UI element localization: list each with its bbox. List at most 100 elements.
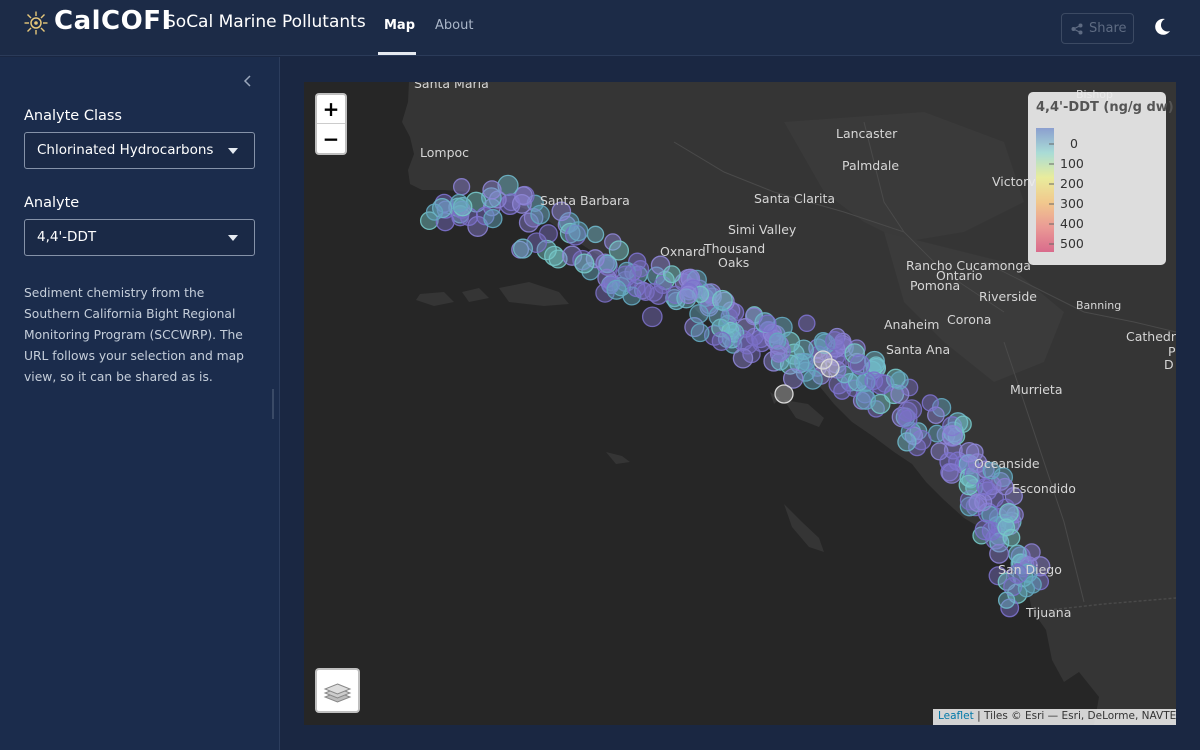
- app-title: SoCal Marine Pollutants: [165, 12, 366, 32]
- analyte-label: Analyte: [24, 195, 80, 211]
- place-label: Santa Clarita: [754, 191, 836, 206]
- sample-point[interactable]: [679, 285, 698, 305]
- navbar: CalCOFI SoCal Marine Pollutants Map Abou…: [0, 0, 1200, 56]
- sample-point[interactable]: [774, 384, 794, 404]
- caret-down-icon: [228, 235, 238, 241]
- sample-point[interactable]: [849, 354, 871, 375]
- analyte-class-value: Chlorinated Hydrocarbons: [37, 142, 214, 158]
- sample-point[interactable]: [974, 493, 993, 512]
- place-label: Cathedral: [1126, 329, 1176, 344]
- share-button[interactable]: Share: [1061, 13, 1134, 44]
- place-label: Oaks: [718, 255, 750, 270]
- sample-point[interactable]: [449, 193, 469, 213]
- sample-point[interactable]: [608, 240, 630, 261]
- legend-tick: 0: [1070, 136, 1078, 151]
- sample-point[interactable]: [662, 265, 681, 284]
- map-legend: 4,4'-DDT (ng/g dw) 0 100 200 300 400 500: [1028, 92, 1174, 265]
- sample-point[interactable]: [574, 253, 595, 274]
- sample-point[interactable]: [641, 306, 663, 328]
- sample-point[interactable]: [425, 203, 444, 221]
- sample-point[interactable]: [737, 333, 759, 355]
- place-label: Santa Ana: [886, 342, 951, 357]
- place-label: Banning: [1076, 299, 1122, 312]
- sample-point[interactable]: [855, 389, 877, 410]
- layers-icon: [323, 683, 352, 703]
- moon-icon[interactable]: [1152, 17, 1172, 37]
- place-label: Santa Maria: [414, 82, 489, 91]
- sample-point[interactable]: [568, 221, 589, 242]
- brand-name[interactable]: CalCOFI: [54, 6, 172, 36]
- zoom-out-button[interactable]: −: [317, 125, 345, 154]
- sample-point[interactable]: [606, 279, 627, 300]
- sample-point[interactable]: [483, 208, 503, 229]
- sample-point[interactable]: [1002, 528, 1021, 547]
- sample-point[interactable]: [976, 478, 994, 496]
- sample-point[interactable]: [958, 474, 980, 496]
- sample-point[interactable]: [825, 331, 845, 351]
- sample-point[interactable]: [690, 323, 710, 343]
- sample-point[interactable]: [769, 345, 788, 363]
- analyte-select[interactable]: 4,4'-DDT: [24, 219, 255, 256]
- place-label: Santa Barbara: [540, 193, 630, 208]
- sample-point[interactable]: [802, 369, 823, 390]
- layers-button[interactable]: [315, 668, 360, 713]
- place-label: Oxnard: [660, 244, 706, 259]
- place-label: D: [1164, 357, 1174, 372]
- sidebar: Analyte Class Chlorinated Hydrocarbons A…: [0, 57, 280, 750]
- place-label: Oceanside: [974, 456, 1040, 471]
- analyte-class-label: Analyte Class: [24, 108, 122, 124]
- share-label: Share: [1089, 21, 1127, 36]
- sample-point[interactable]: [890, 371, 909, 390]
- place-label: Anaheim: [884, 317, 940, 332]
- sample-point[interactable]: [512, 238, 534, 259]
- sample-point[interactable]: [689, 304, 709, 324]
- place-label: Murrieta: [1010, 382, 1063, 397]
- sample-point[interactable]: [708, 305, 730, 327]
- leaflet-link[interactable]: Leaflet: [938, 710, 974, 722]
- sample-point[interactable]: [939, 452, 960, 472]
- caret-down-icon: [228, 148, 238, 154]
- place-label: Escondido: [1012, 481, 1076, 496]
- legend-color-bar: [1036, 128, 1054, 252]
- sample-point[interactable]: [941, 425, 963, 446]
- zoom-in-button[interactable]: +: [317, 95, 345, 124]
- sample-point[interactable]: [864, 371, 884, 391]
- active-tab-indicator: [378, 52, 416, 55]
- sample-point[interactable]: [586, 225, 605, 244]
- sidebar-resize-handle[interactable]: [272, 389, 274, 419]
- nav-link-map[interactable]: Map: [384, 18, 415, 33]
- legend-tick: 100: [1060, 156, 1084, 171]
- sample-point[interactable]: [998, 502, 1019, 523]
- description-text: Sediment chemistry from the Southern Cal…: [24, 286, 244, 384]
- map-attribution: Leaflet | Tiles © Esri — Esri, DeLorme, …: [933, 709, 1176, 725]
- place-label: Thousand: [704, 241, 766, 256]
- analyte-class-select[interactable]: Chlorinated Hydrocarbons: [24, 132, 255, 169]
- chevron-left-icon[interactable]: [240, 73, 256, 89]
- place-label: Simi Valley: [728, 222, 797, 237]
- place-label: Riverside: [979, 289, 1037, 304]
- sample-point[interactable]: [511, 193, 532, 214]
- sample-point[interactable]: [989, 543, 1010, 564]
- sample-point[interactable]: [820, 358, 840, 378]
- sample-point[interactable]: [452, 178, 471, 196]
- sample-point[interactable]: [711, 331, 732, 351]
- nav-link-about[interactable]: About: [435, 18, 473, 33]
- sample-point[interactable]: [833, 381, 852, 400]
- sample-point[interactable]: [901, 399, 923, 420]
- sample-point[interactable]: [758, 314, 777, 333]
- sample-point[interactable]: [797, 353, 816, 372]
- sample-point[interactable]: [482, 180, 502, 200]
- sample-point[interactable]: [798, 314, 816, 333]
- sample-point[interactable]: [997, 591, 1016, 609]
- legend-tick: 200: [1060, 176, 1084, 191]
- place-label: Palmdale: [842, 158, 900, 173]
- sample-point[interactable]: [897, 432, 917, 452]
- sample-point[interactable]: [921, 394, 939, 412]
- sample-point[interactable]: [627, 278, 646, 298]
- map[interactable]: Santa Maria Bishop Lompoc Lancaster Palm…: [304, 82, 1176, 725]
- analyte-value: 4,4'-DDT: [37, 229, 97, 245]
- compass-rose-icon: [24, 11, 48, 35]
- sample-point[interactable]: [648, 285, 669, 305]
- legend-tick: 500: [1060, 236, 1084, 251]
- sample-point[interactable]: [530, 204, 550, 225]
